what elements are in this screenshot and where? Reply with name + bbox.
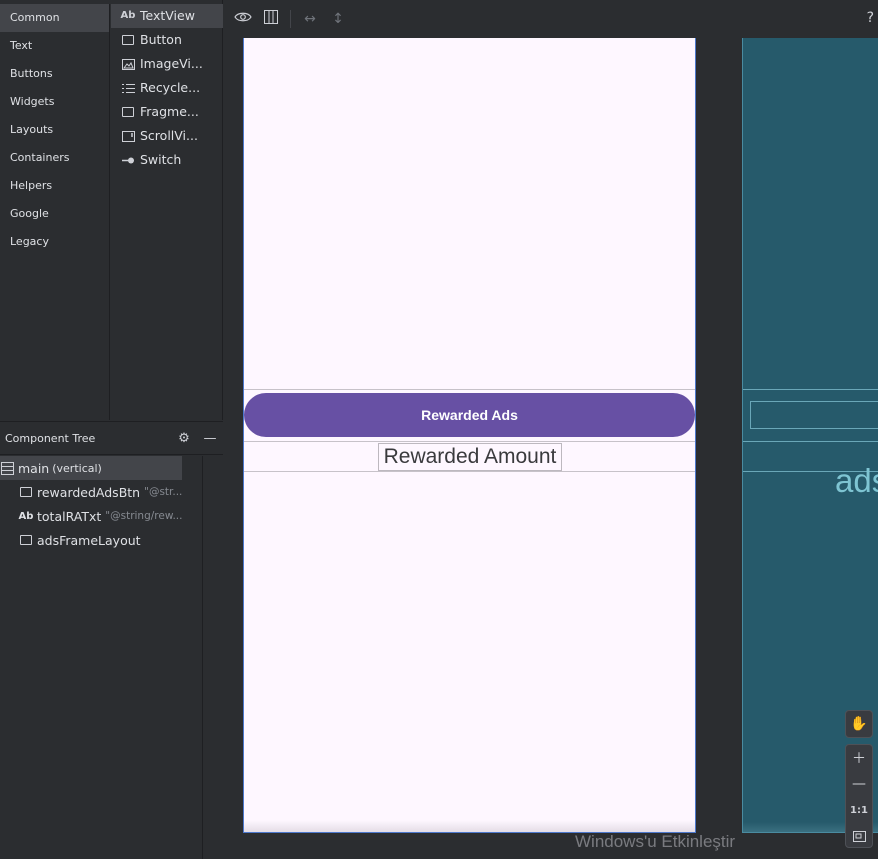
columns-icon[interactable]: [262, 10, 280, 28]
rewarded-amount-text[interactable]: Rewarded Amount: [378, 443, 562, 471]
scroll-icon: [121, 130, 135, 142]
palette-category-containers[interactable]: Containers: [0, 144, 109, 172]
palette-widget-scrollview[interactable]: ScrollVi...: [111, 124, 223, 148]
widget-label: ScrollVi...: [140, 128, 198, 143]
zoom-actual-size-button[interactable]: 1:1: [846, 797, 872, 823]
pan-hand-icon[interactable]: ✋: [845, 710, 873, 738]
tree-item-main[interactable]: main (vertical): [0, 456, 182, 480]
palette-category-layouts[interactable]: Layouts: [0, 116, 109, 144]
tree-item-rewardedadsbtn[interactable]: rewardedAdsBtn "@str...: [0, 480, 202, 504]
widget-label: Button: [140, 32, 182, 47]
design-preview[interactable]: Rewarded Ads Rewarded Amount: [243, 38, 696, 833]
tree-item-orientation: (vertical): [52, 461, 102, 475]
gear-icon[interactable]: ⚙: [171, 431, 197, 446]
blueprint-line: [743, 389, 878, 390]
tree-item-hint: "@string/rew...: [105, 510, 183, 522]
blueprint-text: ads: [835, 462, 878, 499]
palette-categories: Common Text Buttons Widgets Layouts Cont…: [0, 4, 110, 420]
zoom-in-icon[interactable]: ＋: [846, 745, 872, 771]
palette-category-helpers[interactable]: Helpers: [0, 172, 109, 200]
tree-item-adsframelayout[interactable]: adsFrameLayout: [0, 528, 202, 552]
blueprint-button-outline[interactable]: [750, 401, 878, 429]
palette-widget-recyclerview[interactable]: Recycle...: [111, 76, 223, 100]
palette-category-legacy[interactable]: Legacy: [0, 228, 109, 256]
tree-item-name: adsFrameLayout: [37, 532, 141, 548]
component-tree-title: Component Tree: [5, 431, 96, 445]
frame-layout-icon: [19, 535, 33, 545]
palette-panel: Common Text Buttons Widgets Layouts Cont…: [0, 0, 223, 420]
design-canvas[interactable]: Rewarded Ads Rewarded Amount ads: [224, 38, 878, 859]
widget-label: ImageVi...: [140, 56, 203, 71]
zoom-controls: ＋ — 1:1: [845, 744, 873, 848]
palette-category-widgets[interactable]: Widgets: [0, 88, 109, 116]
tree-item-name: rewardedAdsBtn: [37, 484, 141, 500]
help-icon[interactable]: ?: [867, 10, 874, 26]
palette-widget-imageview[interactable]: ImageVi...: [111, 52, 223, 76]
tree-item-totalratxt[interactable]: Ab totalRATxt "@string/rew...: [0, 504, 202, 528]
textview-icon: Ab: [18, 510, 34, 522]
palette-widget-button[interactable]: Button: [111, 28, 223, 52]
list-icon: [121, 83, 135, 94]
guide-line: [244, 471, 695, 472]
design-toolbar: ↔ ↕ ?: [224, 0, 878, 38]
button-icon: [121, 35, 135, 45]
palette-widget-fragment[interactable]: Fragme...: [111, 100, 223, 124]
windows-activation-watermark: Windows'u Etkinleştir: [575, 832, 736, 851]
palette-category-text[interactable]: Text: [0, 32, 109, 60]
toolbar-separator: [290, 10, 291, 28]
guide-line: [244, 389, 695, 390]
widget-label: Fragme...: [140, 104, 199, 119]
palette-category-google[interactable]: Google: [0, 200, 109, 228]
component-tree: main (vertical) rewardedAdsBtn "@str... …: [0, 456, 223, 859]
palette-widget-textview[interactable]: Ab TextView: [111, 4, 223, 28]
minimize-icon[interactable]: —: [197, 431, 223, 446]
horizontal-resize-icon[interactable]: ↔: [301, 11, 319, 27]
palette-category-common[interactable]: Common: [0, 4, 109, 32]
palette-category-buttons[interactable]: Buttons: [0, 60, 109, 88]
linear-layout-icon: [0, 461, 14, 475]
rewarded-ads-button[interactable]: Rewarded Ads: [244, 393, 695, 437]
vertical-resize-icon[interactable]: ↕: [329, 11, 347, 27]
design-bottom-edge: [244, 820, 695, 832]
eye-icon[interactable]: [234, 10, 252, 28]
guide-line: [244, 441, 695, 442]
tree-item-name: totalRATxt: [37, 508, 102, 524]
palette-widgets: Ab TextView Button ImageVi... Recycle...…: [111, 4, 223, 172]
textview-icon: Ab: [120, 10, 136, 21]
zoom-fit-icon[interactable]: [846, 823, 872, 849]
tree-item-hint: "@str...: [144, 486, 183, 498]
zoom-out-icon[interactable]: —: [846, 771, 872, 797]
palette-widget-switch[interactable]: Switch: [111, 148, 223, 172]
blueprint-line: [743, 441, 878, 442]
tree-item-name: main: [18, 460, 50, 476]
widget-label: Switch: [140, 152, 182, 167]
component-tree-header: Component Tree ⚙ —: [0, 421, 223, 455]
switch-icon: [121, 155, 135, 166]
image-icon: [121, 58, 135, 70]
button-icon: [19, 487, 33, 497]
widget-label: TextView: [140, 8, 195, 23]
fragment-icon: [121, 107, 135, 117]
widget-label: Recycle...: [140, 80, 201, 95]
